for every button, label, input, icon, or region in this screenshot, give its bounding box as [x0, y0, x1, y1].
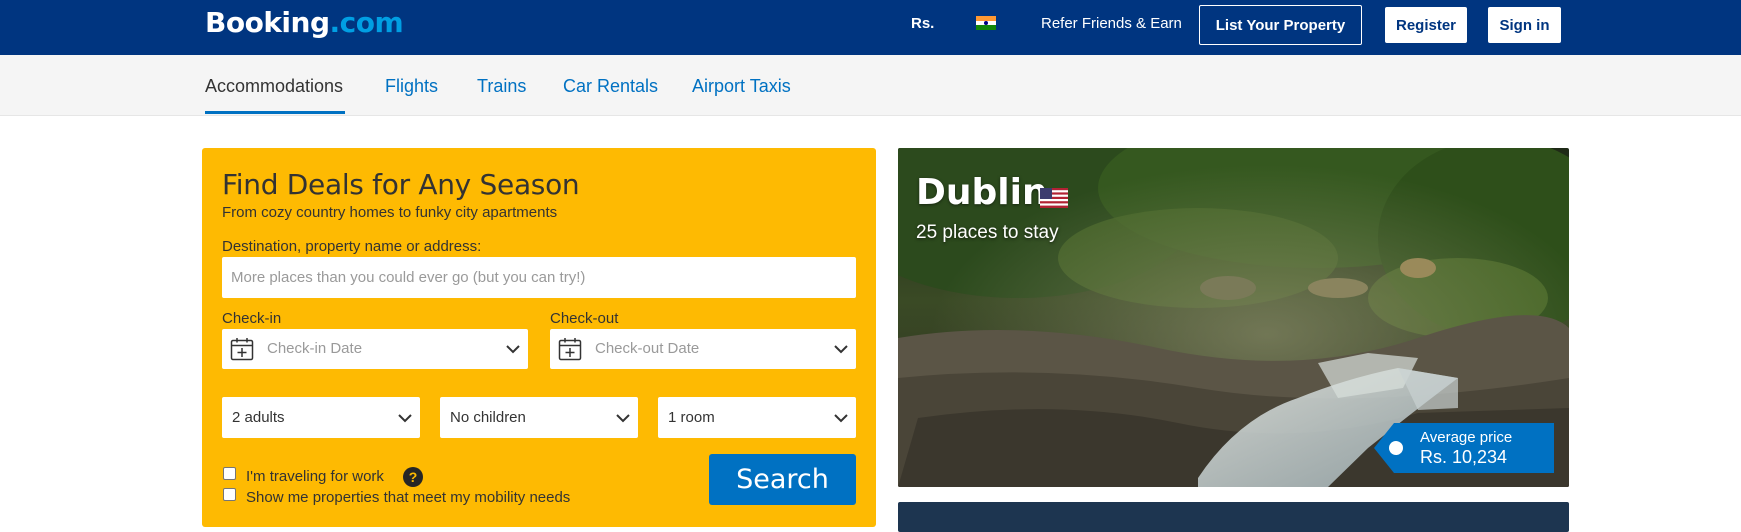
tab-flights[interactable]: Flights [385, 76, 438, 97]
logo-suffix: .com [329, 6, 404, 39]
chevron-down-icon [616, 414, 630, 423]
adults-select[interactable]: 2 adults [222, 397, 420, 438]
usa-flag-icon [1040, 188, 1068, 208]
checkin-placeholder: Check-in Date [267, 340, 363, 357]
list-property-button[interactable]: List Your Property [1199, 5, 1362, 45]
booking-logo[interactable]: Booking.com [205, 6, 404, 39]
children-select[interactable]: No children [440, 397, 638, 438]
search-subtitle: From cozy country homes to funky city ap… [222, 204, 558, 221]
checkout-placeholder: Check-out Date [595, 340, 700, 357]
tab-car-rentals[interactable]: Car Rentals [563, 76, 658, 97]
sign-in-button[interactable]: Sign in [1488, 7, 1561, 43]
search-panel: Find Deals for Any Season From cozy coun… [202, 148, 876, 527]
destination-card[interactable]: Dublin 25 places to stay Average price R… [898, 148, 1569, 487]
chevron-down-icon [834, 414, 848, 423]
work-travel-checkbox[interactable] [223, 467, 236, 480]
register-button[interactable]: Register [1385, 7, 1467, 43]
price-value: Rs. 10,234 [1420, 447, 1508, 467]
destination-city: Dublin [916, 172, 1048, 213]
price-label: Average price [1420, 429, 1513, 446]
tab-airport-taxis[interactable]: Airport Taxis [692, 76, 791, 97]
places-count: 25 places to stay [916, 222, 1059, 243]
checkin-label: Check-in [222, 310, 282, 327]
checkout-date-field[interactable]: Check-out Date [550, 329, 856, 369]
average-price-tag: Average price Rs. 10,234 [1374, 423, 1554, 473]
chevron-down-icon [398, 414, 412, 423]
search-title: Find Deals for Any Season [222, 168, 580, 201]
search-button[interactable]: Search [709, 454, 856, 505]
help-icon[interactable]: ? [403, 467, 423, 487]
active-tab-indicator [205, 111, 345, 114]
adults-value: 2 adults [232, 409, 285, 426]
destination-input[interactable] [222, 257, 856, 298]
rooms-select[interactable]: 1 room [658, 397, 856, 438]
india-flag-icon[interactable] [976, 16, 996, 30]
logo-main: Booking [205, 6, 330, 39]
work-travel-label: I'm traveling for work [246, 468, 384, 485]
top-header: Booking.com Rs. Refer Friends & Earn Lis… [0, 0, 1741, 55]
chevron-down-icon [834, 345, 848, 354]
chevron-down-icon [506, 345, 520, 354]
children-value: No children [450, 409, 526, 426]
destination-card-next[interactable] [898, 502, 1569, 532]
mobility-label: Show me properties that meet my mobility… [246, 489, 571, 506]
checkout-label: Check-out [550, 310, 619, 327]
currency-selector[interactable]: Rs. [911, 15, 934, 32]
calendar-icon [230, 338, 254, 361]
product-nav: Accommodations Flights Trains Car Rental… [0, 55, 1741, 116]
tab-accommodations[interactable]: Accommodations [205, 76, 343, 97]
mobility-checkbox[interactable] [223, 488, 236, 501]
refer-friends-link[interactable]: Refer Friends & Earn [1041, 15, 1182, 32]
calendar-icon [558, 338, 582, 361]
checkin-date-field[interactable]: Check-in Date [222, 329, 528, 369]
destination-label: Destination, property name or address: [222, 238, 482, 255]
tab-trains[interactable]: Trains [477, 76, 526, 97]
rooms-value: 1 room [668, 409, 715, 426]
